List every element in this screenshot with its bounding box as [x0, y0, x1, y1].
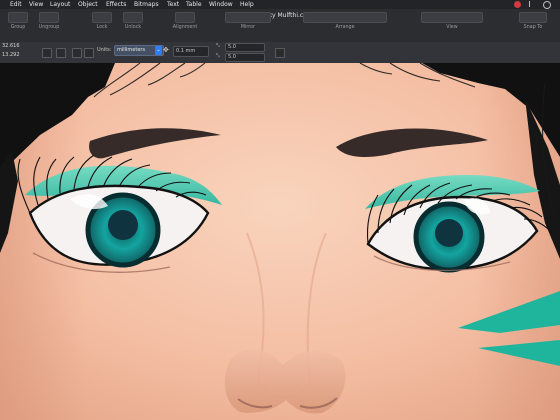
- menu-layout[interactable]: Layout: [50, 0, 70, 9]
- page-icon[interactable]: [42, 48, 52, 58]
- toolbar: Group Ungroup Lock Unlock Alignment Zaky…: [0, 9, 560, 42]
- menu-edit[interactable]: Edit: [10, 0, 22, 9]
- menu-window[interactable]: Window: [209, 0, 233, 9]
- unlock-icon[interactable]: [123, 12, 143, 23]
- group-icon[interactable]: [8, 12, 28, 23]
- x-coordinate: 32.616: [2, 43, 20, 49]
- arrange-tool[interactable]: Arrange: [302, 12, 388, 30]
- property-bar: 32.616 13.292 Units: millimeters ⌄ ✥ 0.1…: [0, 42, 560, 63]
- lock-icon[interactable]: [92, 12, 112, 23]
- menu-bitmaps[interactable]: Bitmaps: [134, 0, 159, 9]
- menu-effects[interactable]: Effects: [106, 0, 126, 9]
- apple-menu-icon[interactable]: [2, 0, 8, 9]
- edit-fill-icon[interactable]: [275, 48, 285, 58]
- snap-icon[interactable]: [519, 12, 547, 23]
- arrange-icon[interactable]: [303, 12, 387, 23]
- mirror-icon[interactable]: [225, 12, 271, 23]
- lock-tool[interactable]: Lock: [88, 12, 116, 30]
- spotlight-icon[interactable]: [543, 1, 551, 9]
- menu-text[interactable]: Text: [167, 0, 179, 9]
- ungroup-tool[interactable]: Ungroup: [34, 12, 64, 30]
- ungroup-icon[interactable]: [39, 12, 59, 23]
- units-select[interactable]: millimeters ⌄: [114, 45, 164, 56]
- duplicate-x-icon: ⁰ₓ: [216, 43, 221, 49]
- group-tool[interactable]: Group: [4, 12, 32, 30]
- landscape-icon[interactable]: [56, 48, 66, 58]
- chevron-down-icon: ⌄: [155, 46, 162, 55]
- mirror-tool[interactable]: Mirror: [224, 12, 272, 30]
- record-status-icon[interactable]: [514, 1, 521, 8]
- nudge-icon: ✥: [163, 46, 169, 54]
- cursor-status-icon[interactable]: [529, 1, 535, 7]
- duplicate-y-icon: ⁰ᵧ: [216, 53, 220, 59]
- alignment-tool[interactable]: Alignment: [168, 12, 202, 30]
- duplicate-x-input[interactable]: 5.0: [225, 43, 265, 52]
- menu-help[interactable]: Help: [240, 0, 254, 9]
- view-tool[interactable]: View: [420, 12, 484, 30]
- menu-view[interactable]: View: [29, 0, 43, 9]
- menu-table[interactable]: Table: [186, 0, 202, 9]
- menu-object[interactable]: Object: [78, 0, 98, 9]
- snap-to-tool[interactable]: Snap To: [516, 12, 550, 30]
- view-icon[interactable]: [421, 12, 483, 23]
- y-coordinate: 13.292: [2, 52, 20, 58]
- canvas[interactable]: [0, 63, 560, 420]
- nudge-distance-input[interactable]: 0.1 mm: [173, 46, 209, 57]
- pages-icon[interactable]: [72, 48, 82, 58]
- pupil-right: [435, 219, 463, 247]
- menu-bar: Edit View Layout Object Effects Bitmaps …: [0, 0, 560, 9]
- face-artwork: [0, 63, 560, 420]
- alignment-icon[interactable]: [175, 12, 195, 23]
- unlock-tool[interactable]: Unlock: [118, 12, 148, 30]
- pupil-left: [108, 210, 138, 240]
- duplicate-y-input[interactable]: 5.0: [225, 53, 265, 62]
- units-label: Units:: [97, 47, 112, 53]
- current-page-icon[interactable]: [84, 48, 94, 58]
